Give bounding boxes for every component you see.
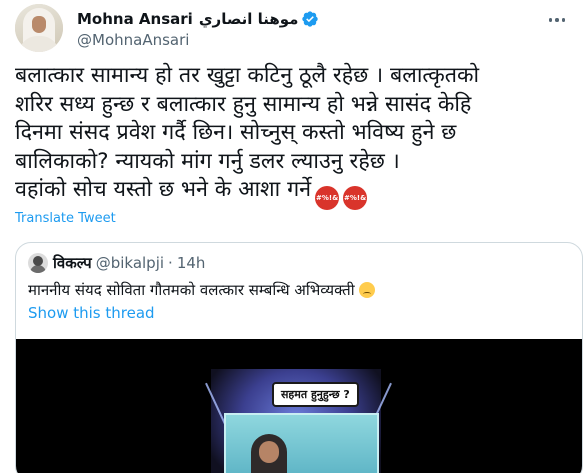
tweet-text-last-line: वहांको सोच यस्तो छ भने के आशा गर्ने #%!& #… — [15, 176, 575, 210]
tweet-header: Mohna Ansari موهنا انصاري @MohnaAnsari — [15, 4, 575, 54]
tweet-text-line: वहांको सोच यस्तो छ भने के आशा गर्ने — [15, 177, 312, 202]
translate-tweet-link[interactable]: Translate Tweet — [15, 211, 116, 226]
quoted-tweet-media[interactable]: सहमत हुनुहुन्छ ? — [16, 339, 582, 473]
tweet-text-line: शरिर सध्य हुन्छ र बलात्कार हुनु सामान्य … — [15, 91, 472, 117]
author-avatar[interactable] — [15, 4, 63, 52]
tweet-text-line: बलात्कार सामान्य हो तर खुट्टा कटिनु ठूलै… — [15, 63, 480, 88]
quoted-tweet[interactable]: विकल्प @bikalpji · 14h माननीय संयद सोवित… — [15, 242, 583, 473]
angry-face-emoji-icon: #%!& — [315, 186, 340, 210]
quoted-author-avatar — [28, 253, 48, 273]
author-display-name[interactable]: Mohna Ansari — [77, 10, 193, 28]
disappointed-face-emoji-icon — [358, 282, 375, 298]
verified-badge-icon — [302, 11, 319, 27]
quoted-tweet-text: माननीय संयद सोविता गौतमको वलत्कार सम्बन्… — [28, 280, 375, 300]
separator-dot: · — [168, 254, 173, 272]
tweet-text-line: बालिकाको? न्यायको मांग गर्नु डलर ल्याउनु… — [15, 148, 400, 174]
author-name-block[interactable]: Mohna Ansari موهنا انصاري @MohnaAnsari — [77, 8, 319, 49]
quoted-tweet-text-content: माननीय संयद सोविता गौतमको वलत्कार सम्बन्… — [28, 281, 355, 299]
tweet-card: Mohna Ansari موهنا انصاري @MohnaAnsari ब… — [0, 0, 586, 473]
angry-face-emoji-icon: #%!& — [343, 186, 368, 210]
quoted-author-handle: @bikalpji — [95, 254, 165, 272]
show-thread-link[interactable]: Show this thread — [28, 304, 155, 322]
tweet-text-line: दिनमा संसद प्रवेश गर्दै छिन। सोच्नुस् कस… — [15, 120, 457, 145]
quoted-tweet-time: 14h — [176, 254, 206, 272]
tweet-text: बलात्कार सामान्य हो तर खुट्टा कटिनु ठूलै… — [15, 62, 575, 210]
more-options-icon[interactable] — [545, 10, 569, 30]
quoted-author-name: विकल्प — [53, 254, 92, 272]
author-arabic-name[interactable]: موهنا انصاري — [199, 10, 299, 28]
quoted-tweet-header: विकल्प @bikalpji · 14h — [28, 253, 205, 273]
media-screen-frame — [224, 413, 379, 473]
media-caption: सहमत हुनुहुन्छ ? — [272, 382, 359, 407]
author-handle[interactable]: @MohnaAnsari — [77, 31, 319, 49]
media-person-face — [259, 441, 279, 463]
